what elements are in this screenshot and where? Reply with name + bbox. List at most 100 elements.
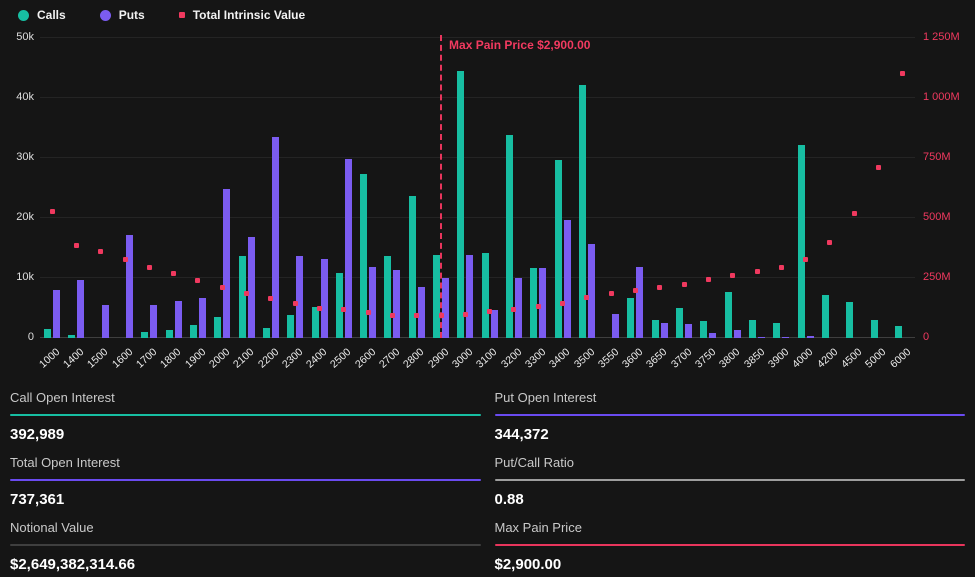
intrinsic-value-dot[interactable] <box>317 306 322 311</box>
put-bar[interactable] <box>199 298 206 338</box>
intrinsic-value-dot[interactable] <box>74 243 79 248</box>
strike-group-3800[interactable] <box>721 38 745 338</box>
intrinsic-value-dot[interactable] <box>366 310 371 315</box>
strike-group-3900[interactable] <box>769 38 793 338</box>
strike-group-3300[interactable] <box>526 38 550 338</box>
put-bar[interactable] <box>369 267 376 338</box>
intrinsic-value-dot[interactable] <box>609 291 614 296</box>
strike-group-2800[interactable] <box>405 38 429 338</box>
intrinsic-value-dot[interactable] <box>827 240 832 245</box>
strike-group-3750[interactable] <box>696 38 720 338</box>
call-bar[interactable] <box>676 308 683 338</box>
call-bar[interactable] <box>166 330 173 338</box>
intrinsic-value-dot[interactable] <box>220 285 225 290</box>
strike-group-1900[interactable] <box>186 38 210 338</box>
intrinsic-value-dot[interactable] <box>706 277 711 282</box>
intrinsic-value-dot[interactable] <box>730 273 735 278</box>
strike-group-3400[interactable] <box>550 38 574 338</box>
intrinsic-value-dot[interactable] <box>390 313 395 318</box>
put-bar[interactable] <box>491 310 498 338</box>
strike-group-2600[interactable] <box>356 38 380 338</box>
call-bar[interactable] <box>312 307 319 338</box>
call-bar[interactable] <box>68 335 75 338</box>
intrinsic-value-dot[interactable] <box>147 265 152 270</box>
intrinsic-value-dot[interactable] <box>779 265 784 270</box>
call-bar[interactable] <box>263 328 270 338</box>
intrinsic-value-dot[interactable] <box>876 165 881 170</box>
strike-group-5000[interactable] <box>866 38 890 338</box>
strike-group-6000[interactable] <box>891 38 915 338</box>
strike-group-2000[interactable] <box>210 38 234 338</box>
intrinsic-value-dot[interactable] <box>439 313 444 318</box>
intrinsic-value-dot[interactable] <box>244 291 249 296</box>
call-bar[interactable] <box>239 256 246 338</box>
intrinsic-value-dot[interactable] <box>341 307 346 312</box>
put-bar[interactable] <box>782 337 789 338</box>
strike-group-3850[interactable] <box>745 38 769 338</box>
intrinsic-value-dot[interactable] <box>511 307 516 312</box>
put-bar[interactable] <box>758 337 765 338</box>
strike-group-3650[interactable] <box>648 38 672 338</box>
put-bar[interactable] <box>102 305 109 338</box>
strike-group-3100[interactable] <box>478 38 502 338</box>
put-bar[interactable] <box>248 237 255 338</box>
call-bar[interactable] <box>871 320 878 338</box>
call-bar[interactable] <box>482 253 489 338</box>
intrinsic-value-dot[interactable] <box>414 313 419 318</box>
put-bar[interactable] <box>588 244 595 338</box>
put-bar[interactable] <box>272 137 279 338</box>
strike-group-2300[interactable] <box>283 38 307 338</box>
strike-group-4500[interactable] <box>842 38 866 338</box>
strike-group-3550[interactable] <box>599 38 623 338</box>
intrinsic-value-dot[interactable] <box>900 71 905 76</box>
put-bar[interactable] <box>564 220 571 338</box>
strike-group-3200[interactable] <box>502 38 526 338</box>
put-bar[interactable] <box>661 323 668 338</box>
strike-group-2100[interactable] <box>234 38 258 338</box>
intrinsic-value-dot[interactable] <box>633 288 638 293</box>
strike-group-1800[interactable] <box>162 38 186 338</box>
call-bar[interactable] <box>336 273 343 338</box>
call-bar[interactable] <box>457 71 464 338</box>
intrinsic-value-dot[interactable] <box>293 301 298 306</box>
strike-group-1400[interactable] <box>64 38 88 338</box>
intrinsic-value-dot[interactable] <box>803 257 808 262</box>
intrinsic-value-dot[interactable] <box>268 296 273 301</box>
intrinsic-value-dot[interactable] <box>852 211 857 216</box>
put-bar[interactable] <box>321 259 328 338</box>
strike-group-3600[interactable] <box>623 38 647 338</box>
call-bar[interactable] <box>530 268 537 338</box>
call-bar[interactable] <box>214 317 221 338</box>
intrinsic-value-dot[interactable] <box>171 271 176 276</box>
intrinsic-value-dot[interactable] <box>560 301 565 306</box>
legend-item-calls[interactable]: Calls <box>18 8 66 22</box>
put-bar[interactable] <box>126 235 133 338</box>
call-bar[interactable] <box>846 302 853 338</box>
call-bar[interactable] <box>141 332 148 338</box>
call-bar[interactable] <box>798 145 805 338</box>
intrinsic-value-dot[interactable] <box>487 309 492 314</box>
call-bar[interactable] <box>895 326 902 338</box>
intrinsic-value-dot[interactable] <box>463 312 468 317</box>
put-bar[interactable] <box>734 330 741 338</box>
legend-item-puts[interactable]: Puts <box>100 8 145 22</box>
strike-group-4000[interactable] <box>793 38 817 338</box>
strike-group-3500[interactable] <box>575 38 599 338</box>
put-bar[interactable] <box>53 290 60 338</box>
put-bar[interactable] <box>466 255 473 338</box>
put-bar[interactable] <box>636 267 643 338</box>
call-bar[interactable] <box>749 320 756 338</box>
put-bar[interactable] <box>442 278 449 338</box>
intrinsic-value-dot[interactable] <box>123 257 128 262</box>
strike-group-1700[interactable] <box>137 38 161 338</box>
intrinsic-value-dot[interactable] <box>536 304 541 309</box>
strike-group-1000[interactable] <box>40 38 64 338</box>
intrinsic-value-dot[interactable] <box>657 285 662 290</box>
call-bar[interactable] <box>652 320 659 338</box>
strike-group-2500[interactable] <box>332 38 356 338</box>
put-bar[interactable] <box>150 305 157 338</box>
strike-group-2700[interactable] <box>380 38 404 338</box>
intrinsic-value-dot[interactable] <box>755 269 760 274</box>
intrinsic-value-dot[interactable] <box>50 209 55 214</box>
legend-item-total-intrinsic-value[interactable]: Total Intrinsic Value <box>179 8 305 22</box>
